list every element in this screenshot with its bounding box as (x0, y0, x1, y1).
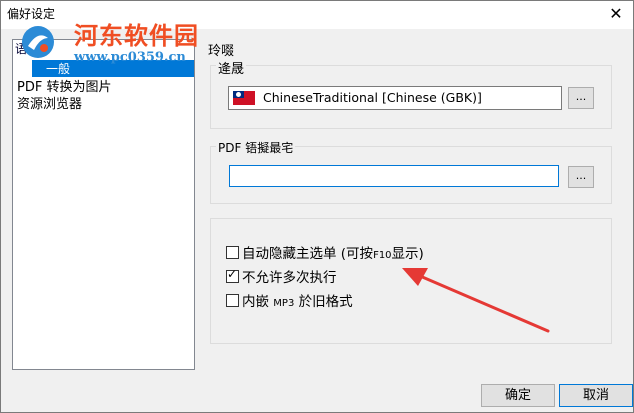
tree-item-general-label: 一般 (46, 62, 71, 76)
ok-button[interactable]: 确定 (481, 384, 555, 407)
autohide-menu-checkbox[interactable] (226, 246, 239, 259)
title-bar: 偏好设定 ✕ (1, 1, 633, 29)
autohide-menu-label-key: F10 (373, 250, 392, 261)
tree-item-general[interactable]: 一般 (32, 60, 194, 77)
option-autohide-menu[interactable]: 自动隐藏主选单 (可按F10显示) (226, 242, 424, 262)
category-tree[interactable]: 语言 一般 PDF 转换为图片 资源浏览器 (12, 39, 195, 370)
embed-mp3-label-suffix: 於旧格式 (294, 294, 353, 310)
pdf-browse-button[interactable]: ... (568, 166, 594, 188)
language-browse-button[interactable]: ... (568, 87, 594, 109)
autohide-menu-label-suffix: 显示) (391, 246, 424, 262)
tree-item-language[interactable]: 语言 (15, 40, 39, 57)
single-instance-checkbox[interactable]: ✓ (226, 267, 239, 283)
embed-mp3-label-key: MP3 (273, 298, 295, 309)
single-instance-label: 不允许多次执行 (242, 270, 337, 286)
language-group-label: 逄晟 (216, 58, 247, 77)
window-title: 偏好设定 (7, 7, 56, 21)
cancel-button[interactable]: 取消 (559, 384, 633, 407)
autohide-menu-label-prefix: 自动隐藏主选单 (可按 (242, 246, 374, 262)
language-select-value: ChineseTraditional [Chinese (GBK)] (263, 90, 482, 105)
language-select[interactable]: ChineseTraditional [Chinese (GBK)] (228, 86, 562, 110)
option-single-instance[interactable]: ✓ 不允许多次执行 (226, 266, 337, 286)
taiwan-flag-icon (233, 91, 255, 105)
section-heading: 玲啜 (208, 44, 235, 59)
close-button[interactable]: ✕ (605, 4, 627, 24)
checkmark-icon: ✓ (227, 267, 238, 281)
pdf-path-input[interactable] (229, 165, 559, 187)
embed-mp3-checkbox[interactable] (226, 294, 239, 307)
embed-mp3-label-prefix: 内嵌 (242, 294, 274, 310)
pdf-group-label: PDF 铻擬最宅 (216, 139, 296, 156)
tree-item-resource-browser[interactable]: 资源浏览器 (17, 93, 82, 112)
option-embed-mp3[interactable]: 内嵌 MP3 於旧格式 (226, 290, 353, 310)
